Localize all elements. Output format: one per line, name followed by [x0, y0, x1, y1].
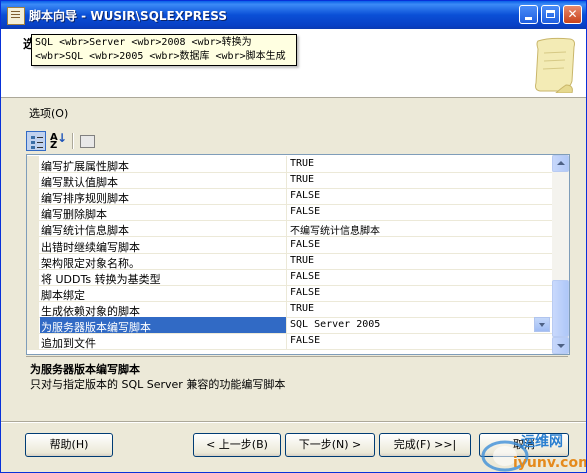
property-value[interactable]: TRUE [290, 158, 314, 169]
wizard-header: 选 SQL <wbr>Server <wbr>2008 <wbr>转换为 <wb… [1, 29, 586, 98]
row-gutter [27, 268, 39, 285]
row-gutter [27, 156, 39, 172]
chevron-down-icon[interactable] [534, 317, 550, 332]
property-value[interactable]: TRUE [290, 174, 314, 185]
row-gutter [27, 317, 39, 333]
back-button[interactable]: < 上一步(B) [193, 433, 281, 457]
column-divider [286, 300, 287, 317]
sort-alphabetical-icon[interactable]: A Z ↓ [48, 131, 68, 151]
property-value[interactable]: 不编写统计信息脚本 [290, 222, 380, 237]
tooltip: SQL <wbr>Server <wbr>2008 <wbr>转换为 <wbr>… [31, 34, 297, 66]
property-value[interactable]: TRUE [290, 255, 314, 266]
row-gutter [27, 220, 39, 237]
column-divider [286, 252, 287, 269]
property-row[interactable]: 编写扩展属性脚本 TRUE [27, 156, 552, 173]
row-gutter [27, 204, 39, 221]
finish-button[interactable]: 完成(F) >>| [379, 433, 471, 457]
toolbar-separator [72, 133, 74, 149]
tooltip-line-2: <wbr>SQL <wbr>2005 <wbr>数据库 <wbr>脚本生成 [35, 51, 286, 62]
property-row[interactable]: 为服务器版本编写脚本 SQL Server 2005 [27, 317, 552, 334]
wizard-window: 脚本向导 - WUSIR\SQLEXPRESS ✕ 选 SQL <wbr>Ser… [0, 0, 587, 473]
property-value[interactable]: SQL Server 2005 [290, 319, 380, 330]
next-button[interactable]: 下一步(N) > [285, 433, 375, 457]
property-value[interactable]: TRUE [290, 303, 314, 314]
maximize-icon[interactable] [541, 5, 560, 24]
column-divider [286, 236, 287, 253]
column-divider [286, 268, 287, 285]
column-divider [286, 317, 287, 333]
property-value[interactable]: FALSE [290, 206, 320, 217]
property-value[interactable]: FALSE [290, 271, 320, 282]
scroll-thumb[interactable] [552, 280, 569, 337]
column-divider [286, 333, 287, 350]
property-value[interactable]: FALSE [290, 190, 320, 201]
vertical-scrollbar[interactable] [552, 155, 569, 354]
property-name: 追加到文件 [41, 337, 96, 351]
property-row[interactable]: 编写排序规则脚本 FALSE [27, 188, 552, 206]
property-row[interactable]: 生成依赖对象的脚本 TRUE [27, 300, 552, 318]
property-row[interactable]: 追加到文件 FALSE [27, 333, 552, 351]
row-gutter [27, 284, 39, 301]
property-row[interactable]: 编写删除脚本 FALSE [27, 204, 552, 222]
property-value[interactable]: FALSE [290, 335, 320, 346]
property-row[interactable]: 将 UDDTs 转换为基类型 FALSE [27, 268, 552, 286]
property-row[interactable]: 编写统计信息脚本 不编写统计信息脚本 [27, 220, 552, 238]
tooltip-line-1: SQL <wbr>Server <wbr>2008 <wbr>转换为 [35, 37, 252, 48]
description-text: 只对与指定版本的 SQL Server 兼容的功能编写脚本 [30, 378, 286, 391]
scroll-down-icon[interactable] [552, 337, 569, 354]
property-row[interactable]: 脚本绑定 FALSE [27, 284, 552, 302]
property-value[interactable]: FALSE [290, 239, 320, 250]
property-row[interactable]: 架构限定对象名称。 TRUE [27, 252, 552, 270]
close-icon[interactable]: ✕ [563, 5, 582, 24]
watermark-line-2: iyunv.com [513, 455, 587, 471]
column-divider [286, 172, 287, 189]
property-grid[interactable]: 编写扩展属性脚本 TRUE 编写默认值脚本 TRUE 编写排序规则脚本 FALSE 编写删除… [26, 154, 570, 355]
description-panel: 为服务器版本编写脚本 只对与指定版本的 SQL Server 兼容的功能编写脚本 [26, 356, 568, 410]
title-bar[interactable]: 脚本向导 - WUSIR\SQLEXPRESS ✕ [1, 1, 586, 29]
row-gutter [27, 252, 39, 269]
column-divider [286, 188, 287, 205]
column-divider [286, 204, 287, 221]
description-title: 为服务器版本编写脚本 [30, 363, 140, 376]
window-title: 脚本向导 - WUSIR\SQLEXPRESS [29, 9, 227, 23]
categorized-icon[interactable] [26, 131, 46, 151]
row-gutter [27, 333, 39, 350]
row-gutter [27, 236, 39, 253]
help-button[interactable]: 帮助(H) [25, 433, 113, 457]
property-pages-icon[interactable] [77, 131, 97, 151]
script-icon [7, 7, 25, 25]
scroll-up-icon[interactable] [552, 155, 569, 172]
options-label: 选项(O) [29, 107, 69, 120]
scroll-icon [535, 37, 575, 93]
row-gutter [27, 300, 39, 317]
column-divider [286, 220, 287, 237]
property-row[interactable]: 编写默认值脚本 TRUE [27, 172, 552, 190]
column-divider [286, 156, 287, 172]
property-value[interactable]: FALSE [290, 287, 320, 298]
minimize-icon[interactable] [519, 5, 538, 24]
property-row[interactable]: 出错时继续编写脚本 FALSE [27, 236, 552, 254]
column-divider [286, 284, 287, 301]
row-gutter [27, 172, 39, 189]
cancel-button[interactable]: 取消 [479, 433, 569, 457]
footer-divider [1, 421, 586, 423]
row-gutter [27, 188, 39, 205]
